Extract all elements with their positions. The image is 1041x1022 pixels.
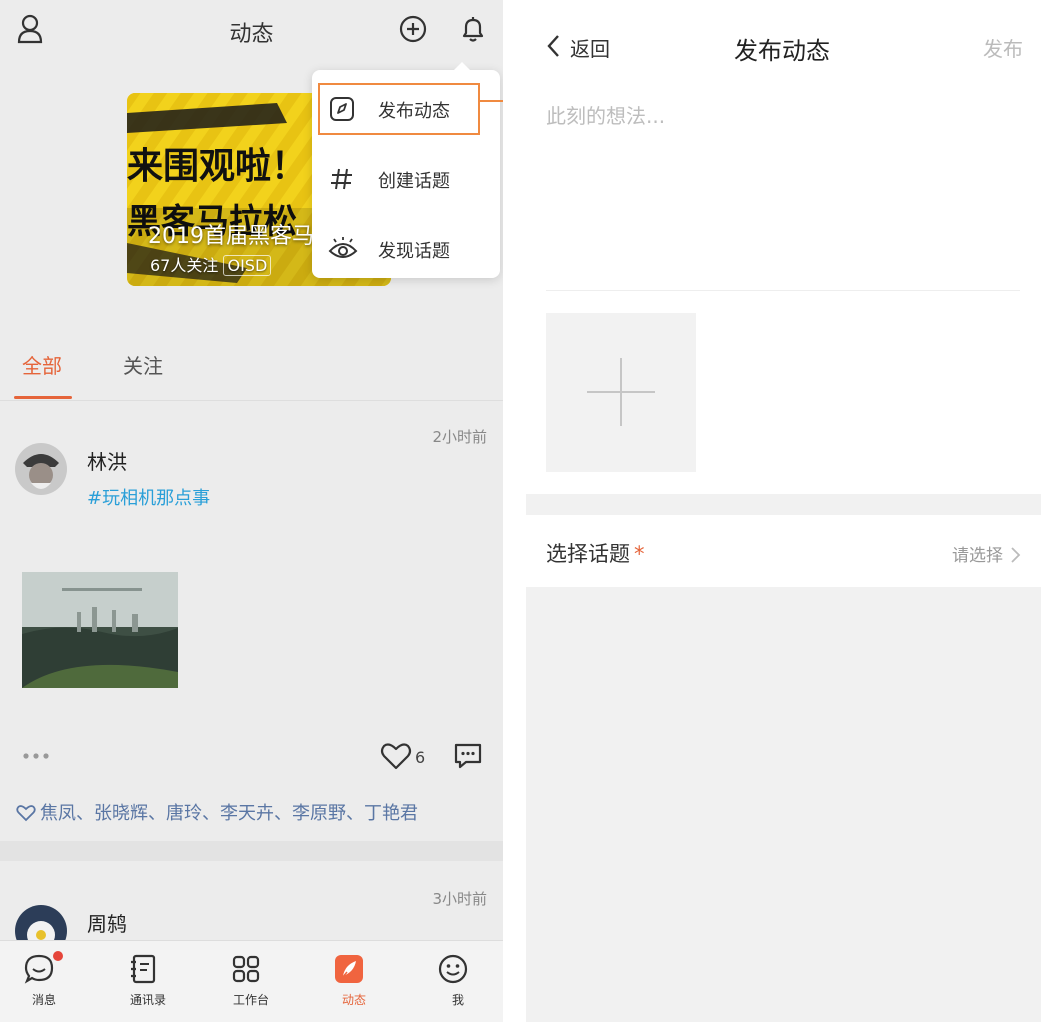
required-mark: *	[634, 542, 645, 566]
likers-list[interactable]: 焦凤、张晓辉、唐玲、李天卉、李原野、丁艳君	[16, 799, 418, 825]
add-circle-icon[interactable]	[398, 14, 428, 44]
tabbar-label: 工作台	[232, 993, 269, 1007]
publish-button[interactable]: 发布	[983, 33, 1023, 62]
avatar[interactable]	[15, 443, 67, 495]
tabbar-item-workbench[interactable]: 工作台	[201, 941, 301, 1022]
section-gap	[526, 494, 1041, 515]
smiley-icon	[438, 954, 468, 984]
post-image[interactable]	[22, 572, 178, 688]
highlight-box	[318, 83, 480, 135]
add-image-button[interactable]	[546, 313, 696, 472]
select-topic-label: 选择话题 *	[546, 542, 645, 566]
page-title: 发布动态	[734, 37, 830, 65]
header: 动态	[0, 0, 503, 60]
post-content-input[interactable]: 此刻的想法...	[546, 100, 665, 129]
menu-item-discover-topic[interactable]: 发现话题	[312, 215, 500, 275]
address-book-icon	[131, 954, 156, 984]
post-photo	[22, 572, 178, 688]
like-heart-icon[interactable]	[380, 741, 412, 771]
divider	[546, 290, 1020, 291]
chat-bubble-icon	[24, 954, 54, 984]
post-time: 3小时前	[432, 890, 487, 908]
feather-icon	[335, 955, 363, 983]
pointer-arrow-icon	[480, 100, 503, 102]
banner-subtitle: 67人关注 OISD	[150, 252, 272, 276]
tabbar-item-moments[interactable]: 动态	[304, 941, 404, 1022]
like-count: 6	[415, 748, 426, 767]
gutter	[503, 0, 526, 1022]
chevron-right-icon	[1011, 547, 1021, 563]
post-author[interactable]: 林洪	[87, 446, 127, 475]
select-topic-row[interactable]: 选择话题 * 请选择	[526, 515, 1041, 587]
tabbar-label: 通讯录	[129, 993, 166, 1007]
tabbar-item-messages[interactable]: 消息	[0, 941, 94, 1022]
menu-item-create-topic[interactable]: 创建话题	[312, 145, 500, 205]
tabbar-label: 我	[451, 993, 464, 1007]
tabbar-label: 动态	[341, 993, 366, 1007]
banner-art-line1: 来围观啦！！	[127, 146, 343, 187]
empty-area	[526, 587, 1041, 1022]
tab-following[interactable]: 关注	[123, 350, 163, 379]
more-icon[interactable]	[22, 746, 52, 766]
tabbar-label: 消息	[31, 993, 56, 1007]
hashtag-icon	[331, 168, 352, 190]
bottom-tab-bar: 消息 通讯录 工作台 动态 我	[0, 940, 503, 1022]
tabbar-item-me[interactable]: 我	[408, 941, 503, 1022]
post-time: 2小时前	[432, 428, 487, 446]
tab-all[interactable]: 全部	[22, 350, 62, 379]
tabbar-item-contacts[interactable]: 通讯录	[98, 941, 198, 1022]
divider	[0, 400, 503, 401]
eye-icon	[328, 237, 358, 258]
select-topic-value[interactable]: 请选择	[952, 541, 1021, 566]
grid-apps-icon	[232, 955, 260, 983]
feed-screen: 动态 来围观啦！！ 黑客马拉松 2019首届黑客马 6	[0, 0, 503, 1022]
menu-item-label: 创建话题	[378, 171, 450, 192]
heart-icon	[16, 805, 36, 822]
unread-badge	[53, 951, 63, 961]
post-author[interactable]: 周鸫	[87, 908, 127, 937]
banner-title: 2019首届黑客马	[148, 224, 314, 249]
likers-names: 焦凤、张晓辉、唐玲、李天卉、李原野、丁艳君	[40, 803, 418, 824]
post-topic-link[interactable]: #玩相机那点事	[87, 484, 210, 510]
comment-icon[interactable]	[453, 742, 483, 770]
avatar-photo	[15, 443, 67, 495]
publish-screen: 返回 发布动态 发布 此刻的想法... 选择话题 * 请选择	[526, 0, 1041, 1022]
banner-badge: OISD	[223, 255, 272, 276]
post-separator	[0, 841, 503, 861]
bell-icon[interactable]	[458, 14, 488, 44]
tab-active-indicator	[14, 396, 72, 399]
feed-tabs: 全部 关注	[0, 330, 503, 400]
menu-item-label: 发现话题	[378, 241, 450, 262]
